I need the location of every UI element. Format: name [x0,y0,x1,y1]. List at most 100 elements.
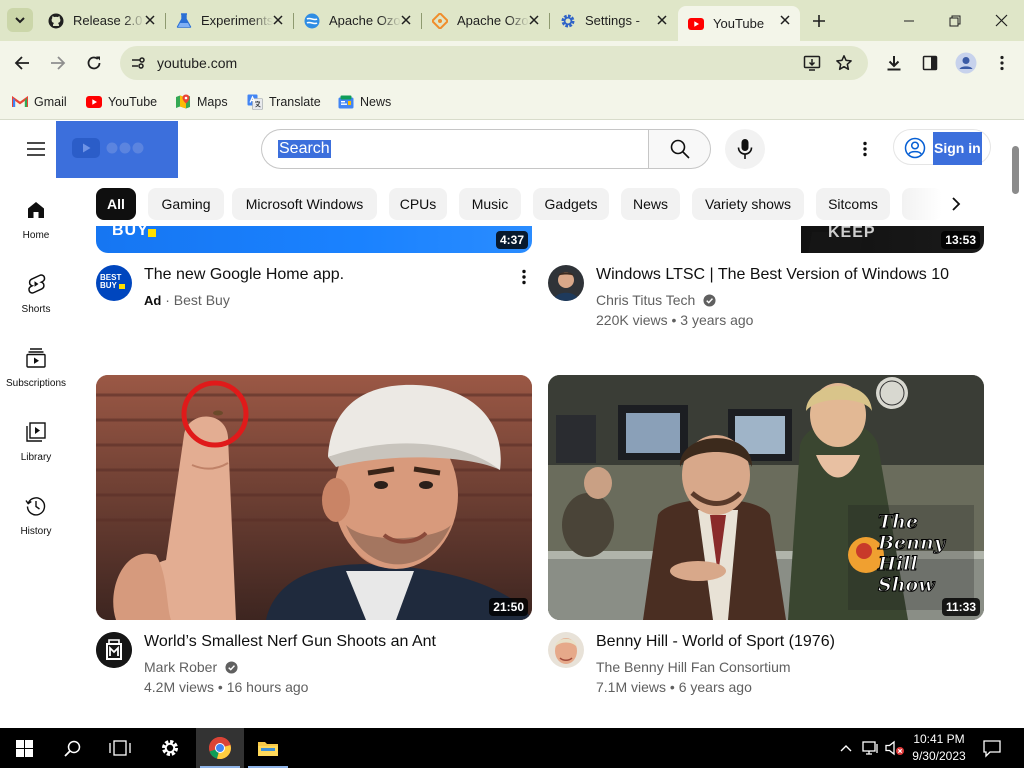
bookmark-news[interactable]: News [338,92,391,112]
channel-name[interactable]: Chris Titus Tech [596,292,695,308]
close-icon[interactable] [143,13,157,27]
youtube-logo[interactable] [72,137,152,159]
bookmark-star-button[interactable] [832,51,856,75]
translate-icon [247,94,263,110]
guide-item-library[interactable]: Library [0,420,72,494]
close-icon[interactable] [527,13,541,27]
channel-avatar-benny-hill[interactable] [548,632,584,668]
close-icon[interactable] [778,13,792,27]
video-menu-button[interactable] [514,266,534,288]
video-title[interactable]: World’s Smallest Nerf Gun Shoots an Ant [144,631,436,653]
install-app-button[interactable] [800,51,824,75]
tab-release[interactable]: Release 2.0 [38,6,166,35]
channel-avatar-best-buy[interactable]: BEST BUY [96,265,132,301]
volume-tray-icon[interactable] [885,740,905,756]
chip-all[interactable]: All [96,188,136,220]
gmail-icon [12,94,28,110]
chip-microsoft-windows[interactable]: Microsoft Windows [232,188,377,220]
profile-button[interactable] [954,51,978,75]
close-window-button[interactable] [978,0,1024,41]
downloads-button[interactable] [882,51,906,75]
thumbnail-text: KEEP [828,226,876,241]
channel-name[interactable]: Best Buy [174,292,230,308]
chips-next-button[interactable] [944,192,968,216]
bookmark-label: YouTube [108,95,158,109]
bookmark-translate[interactable]: Translate [247,92,321,112]
close-icon[interactable] [271,13,285,27]
avatar-logo [96,632,132,668]
sign-in-button[interactable]: Sign in [893,129,991,165]
back-button[interactable] [10,51,34,75]
tray-overflow-button[interactable] [838,740,854,756]
chip-partial[interactable] [902,188,942,220]
start-button[interactable] [0,728,48,768]
video-thumbnail-best-buy[interactable]: BUY 4:37 [96,226,532,253]
more-vert-icon [863,141,867,157]
youtube-icon [688,16,704,32]
close-icon[interactable] [655,13,669,27]
chip-news[interactable]: News [621,188,680,220]
taskbar-chrome[interactable] [196,728,244,768]
site-info-icon[interactable] [128,53,148,73]
channel-avatar-chris-titus[interactable] [548,265,584,301]
bookmark-label: Translate [269,95,321,109]
github-icon [48,13,64,29]
voice-search-button[interactable] [725,129,765,169]
video-title[interactable]: The new Google Home app. [144,264,344,286]
close-icon[interactable] [399,13,413,27]
address-bar[interactable]: youtube.com [120,46,868,80]
forward-button[interactable] [46,51,70,75]
chip-variety-shows[interactable]: Variety shows [692,188,804,220]
search-icon [63,740,80,757]
video-thumbnail-windows-ltsc[interactable]: KEEP 13:53 [548,226,984,253]
guide-item-subscriptions[interactable]: Subscriptions [0,346,72,420]
tab-apache-ozone-1[interactable]: Apache Ozone [294,6,422,35]
side-panel-button[interactable] [918,51,942,75]
settings-menu-button[interactable] [853,137,877,161]
more-vert-icon [1000,55,1004,71]
search-button[interactable] [648,129,711,169]
guide-item-home[interactable]: Home [0,198,72,272]
volume-muted-icon [885,740,904,756]
chrome-menu-button[interactable] [990,51,1014,75]
network-tray-icon[interactable] [862,740,880,756]
chip-sitcoms[interactable]: Sitcoms [816,188,890,220]
tab-settings[interactable]: Settings - [550,6,677,35]
chip-gaming[interactable]: Gaming [148,188,224,220]
video-thumbnail-benny-hill[interactable]: The Benny Hill Show 11:33 [548,375,984,620]
chip-music[interactable]: Music [459,188,521,220]
chip-cpus[interactable]: CPUs [389,188,447,220]
page-scrollbar[interactable] [1012,146,1019,194]
tab-search-button[interactable] [7,8,33,32]
chip-gadgets[interactable]: Gadgets [533,188,609,220]
taskbar-search-button[interactable] [48,728,96,768]
bookmark-youtube[interactable]: YouTube [86,92,157,112]
url-text[interactable]: youtube.com [157,55,237,71]
video-title[interactable]: Benny Hill - World of Sport (1976) [596,631,835,653]
tab-experiments[interactable]: Experiments [166,6,294,35]
minimize-button[interactable] [886,0,932,41]
tray-clock[interactable]: 10:41 PM 9/30/2023 [908,731,970,765]
bookmark-gmail[interactable]: Gmail [12,92,67,112]
avatar-portrait [555,638,577,664]
restore-button[interactable] [932,0,978,41]
guide-item-shorts[interactable]: Shorts [0,272,72,346]
new-tab-button[interactable] [808,10,830,32]
video-thumbnail-nerf-gun[interactable]: 21:50 [96,375,532,620]
channel-name[interactable]: The Benny Hill Fan Consortium [596,659,791,675]
guide-menu-button[interactable] [24,137,48,161]
guide-item-history[interactable]: History [0,494,72,568]
bookmark-maps[interactable]: Maps [175,92,228,112]
taskbar-settings[interactable] [146,728,194,768]
tab-youtube[interactable]: YouTube [678,6,800,41]
search-input[interactable]: Search [261,129,649,169]
reload-button[interactable] [82,51,106,75]
taskbar-file-explorer[interactable] [244,728,292,768]
video-title[interactable]: Windows LTSC | The Best Version of Windo… [596,264,949,286]
channel-name[interactable]: Mark Rober [144,659,217,675]
channel-avatar-mark-rober[interactable] [96,632,132,668]
tab-apache-ozone-2[interactable]: Apache Ozone [422,6,550,35]
thumbnail-text: BUY [112,226,149,239]
action-center-button[interactable] [982,738,1002,758]
task-view-button[interactable] [96,728,144,768]
